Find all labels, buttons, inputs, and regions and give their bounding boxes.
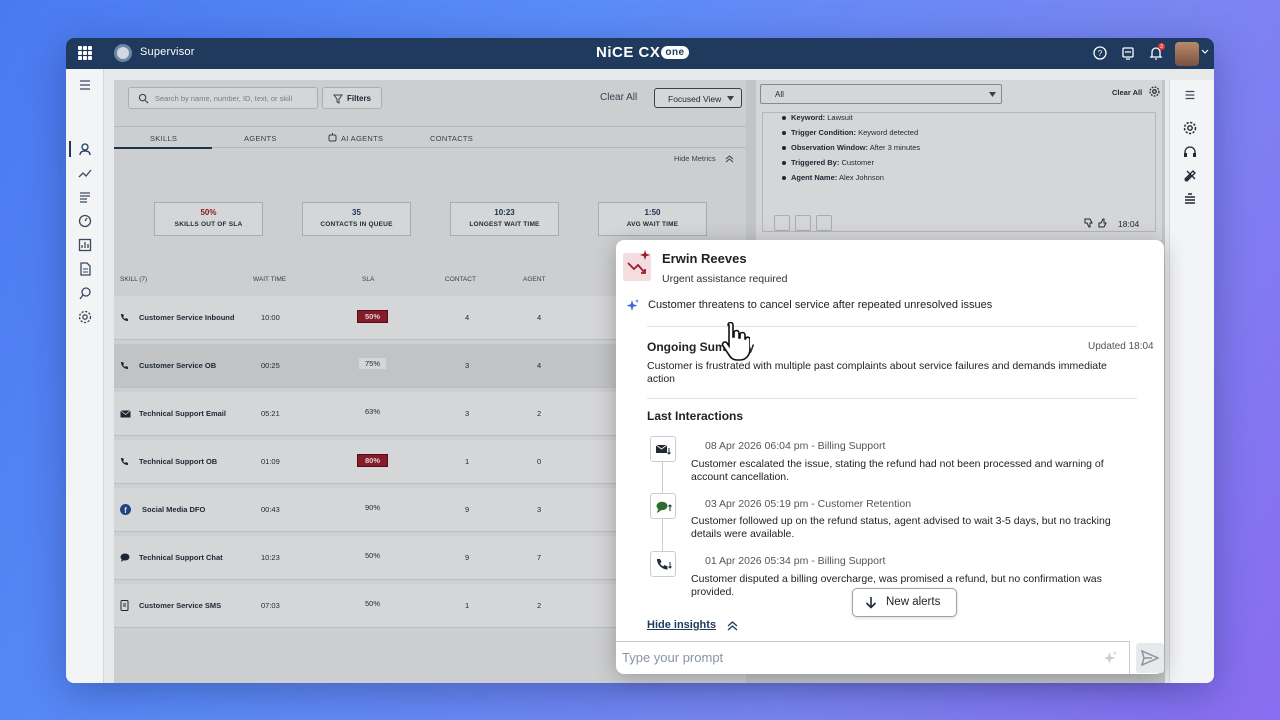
customer-name: Erwin Reeves — [662, 251, 747, 266]
agent-status-icon[interactable] — [1120, 45, 1136, 61]
ai-sparkle-icon — [626, 299, 639, 311]
sparkle-alert-icon — [640, 250, 650, 260]
chat-interaction-icon — [650, 493, 676, 519]
interaction-date: 08 Apr 2026 06:04 pm - Billing Support — [705, 440, 886, 452]
menu-collapse-icon[interactable] — [77, 77, 93, 93]
brand-suffix: one — [661, 46, 689, 59]
brand-name: NiCE CX — [596, 44, 661, 61]
right-tool-rail — [1169, 80, 1214, 683]
users-icon[interactable] — [77, 141, 93, 157]
active-nav-indicator — [69, 141, 71, 157]
prompt-input[interactable] — [622, 650, 1092, 665]
dashboard-gauge-icon[interactable] — [77, 213, 93, 229]
settings-gear-icon[interactable] — [77, 309, 93, 325]
send-icon — [1141, 650, 1159, 666]
hand-pointer-cursor — [721, 322, 750, 361]
analytics-icon[interactable] — [77, 165, 93, 181]
left-nav-rail — [66, 69, 104, 683]
ai-sparkle-icon — [1103, 651, 1117, 664]
interaction-date: 03 Apr 2026 05:19 pm - Customer Retentio… — [705, 498, 912, 510]
panel-toggle-icon[interactable] — [1183, 88, 1197, 102]
tools-icon[interactable] — [1182, 168, 1198, 184]
summary-text: Customer is frustrated with multiple pas… — [647, 360, 1107, 385]
document-icon[interactable] — [77, 261, 93, 277]
last-interactions-title: Last Interactions — [647, 409, 744, 423]
copilot-gear-icon[interactable] — [1182, 120, 1198, 136]
send-button[interactable] — [1136, 643, 1164, 673]
report-chart-icon[interactable] — [77, 237, 93, 253]
chevron-double-up-icon[interactable] — [727, 620, 738, 631]
prompt-box — [616, 641, 1130, 674]
new-alerts-button[interactable]: New alerts — [852, 588, 957, 617]
list-icon[interactable] — [77, 189, 93, 205]
email-interaction-icon — [650, 436, 676, 462]
chevron-down-icon[interactable] — [1201, 48, 1209, 56]
interaction-date: 01 Apr 2026 05:34 pm - Billing Support — [705, 555, 886, 567]
interaction-text: Customer escalated the issue, stating th… — [691, 458, 1104, 483]
search-analytics-icon[interactable] — [77, 285, 93, 301]
hide-insights-link[interactable]: Hide insights — [647, 619, 716, 631]
timeline-connector — [662, 519, 663, 551]
help-icon[interactable]: ? — [1092, 45, 1108, 61]
new-alerts-label: New alerts — [886, 596, 941, 608]
user-avatar[interactable] — [1175, 42, 1199, 66]
interaction-text: Customer followed up on the refund statu… — [691, 515, 1111, 540]
divider — [647, 398, 1137, 399]
app-title: Supervisor — [140, 46, 195, 58]
brand-logo: NiCE CX one — [596, 44, 689, 61]
phone-interaction-icon — [650, 551, 676, 577]
app-grid-icon[interactable] — [78, 46, 92, 60]
ai-insight-text: Customer threatens to cancel service aft… — [648, 299, 993, 311]
svg-text:?: ? — [1098, 49, 1103, 58]
notification-count-badge: 3 — [1158, 43, 1165, 50]
notification-count: 3 — [1160, 44, 1163, 50]
updated-time: Updated 18:04 — [1088, 341, 1154, 352]
arrow-down-icon — [865, 597, 877, 609]
supervisor-logo-icon — [114, 44, 132, 62]
customer-insight-card: Erwin Reeves Urgent assistance required … — [616, 240, 1164, 674]
stack-icon[interactable] — [1182, 192, 1198, 208]
urgency-status: Urgent assistance required — [662, 273, 788, 285]
timeline-connector — [662, 461, 663, 493]
top-bar: Supervisor NiCE CX one ? 3 — [66, 38, 1214, 69]
headset-icon[interactable] — [1182, 144, 1198, 160]
